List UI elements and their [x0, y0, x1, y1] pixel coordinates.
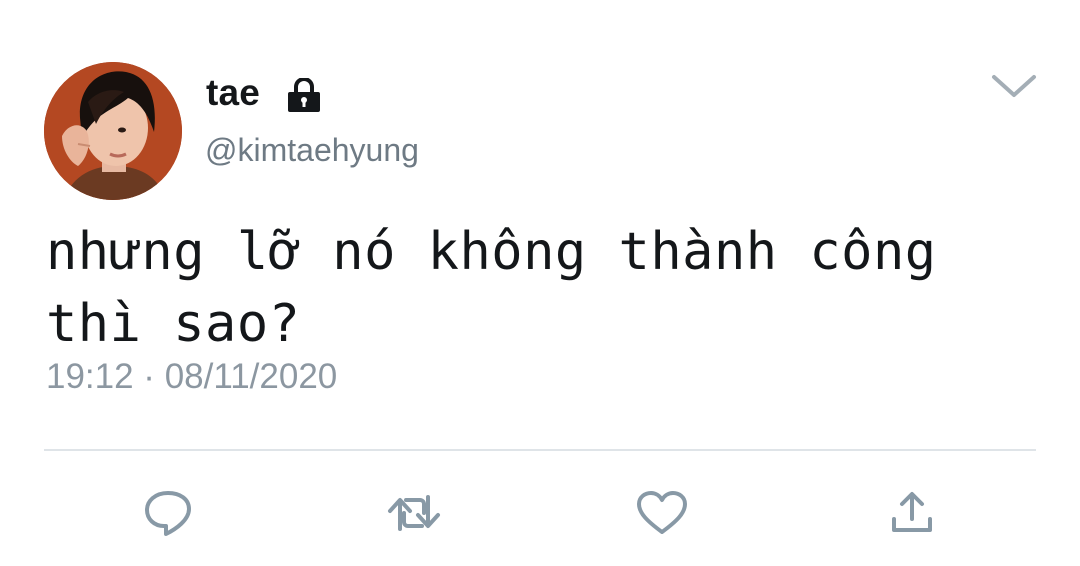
like-button[interactable]	[634, 488, 690, 538]
tweet-text-line-2: thì sao?	[46, 294, 301, 354]
reply-icon	[145, 491, 191, 536]
share-icon	[892, 492, 932, 532]
tweet-text-line-1: nhưng lỡ nó không thành công	[46, 222, 937, 282]
tweet-timestamp[interactable]: 19:12 · 08/11/2020	[46, 357, 337, 397]
tweet-text: nhưng lỡ nó không thành công thì sao?	[46, 216, 1036, 360]
divider	[44, 449, 1036, 451]
lock-icon	[288, 78, 320, 112]
display-name[interactable]: tae	[206, 72, 260, 114]
share-button[interactable]	[884, 488, 940, 538]
heart-icon	[637, 491, 687, 534]
avatar[interactable]	[44, 62, 182, 200]
reply-button[interactable]	[140, 488, 196, 538]
retweet-button[interactable]	[386, 488, 442, 538]
user-handle[interactable]: @kimtaehyung	[205, 132, 419, 169]
retweet-icon	[388, 495, 440, 531]
avatar-photo	[44, 62, 182, 200]
chevron-down-icon[interactable]	[990, 72, 1038, 100]
